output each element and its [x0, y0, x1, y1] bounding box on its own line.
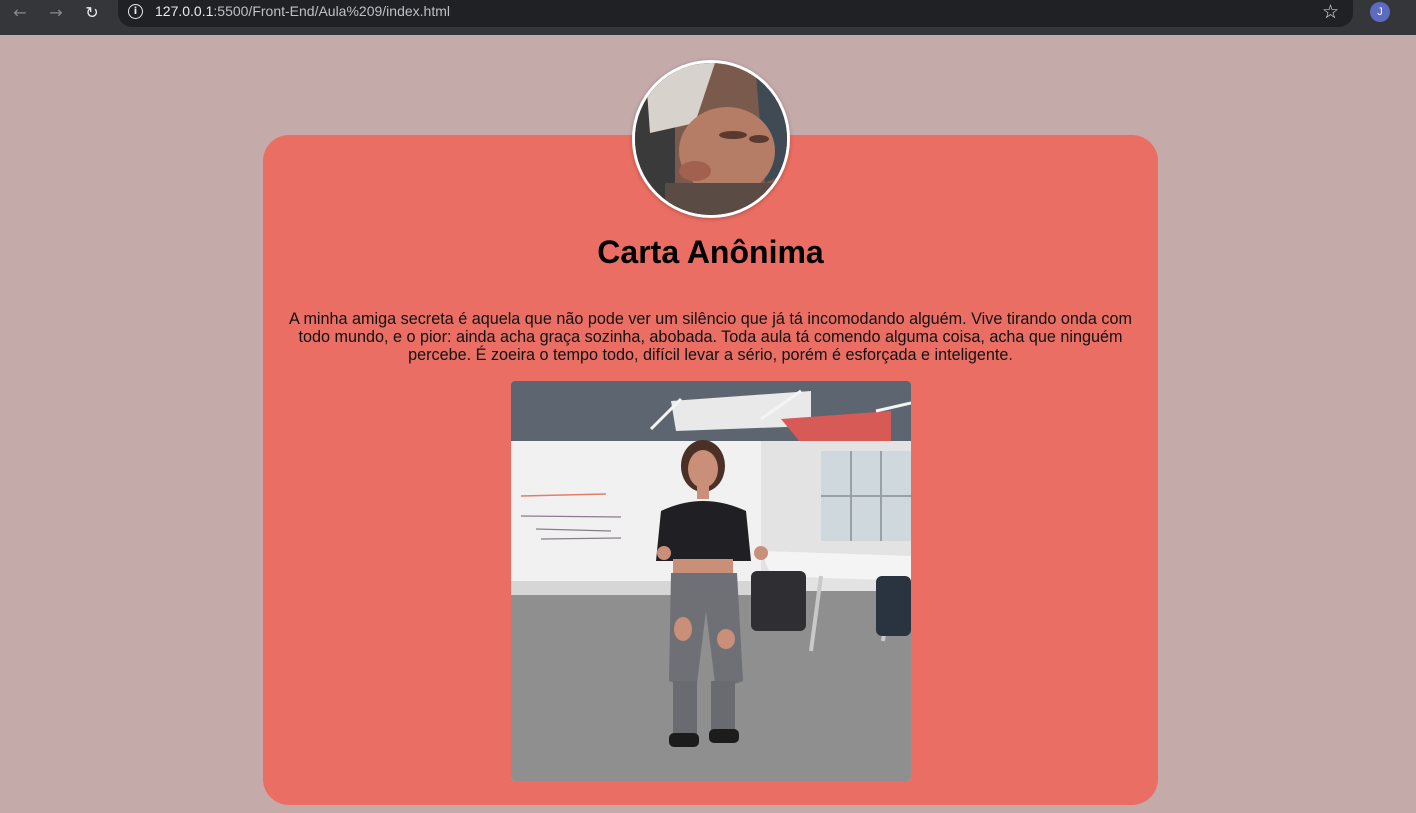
reload-icon[interactable]: ↻	[74, 0, 110, 24]
profile-avatar[interactable]: J	[1370, 2, 1390, 22]
friend-photo	[511, 381, 911, 781]
back-icon[interactable]: ←	[2, 0, 38, 24]
page-title: Carta Anônima	[597, 234, 824, 270]
friend-photo-image	[511, 381, 911, 781]
profile-photo	[632, 60, 790, 218]
browser-toolbar: ← → ↻ i 127.0.0.1:5500/Front-End/Aula%20…	[0, 0, 1416, 35]
letter-text: A minha amiga secreta é aquela que não p…	[289, 310, 1132, 364]
url-host: 127.0.0.1	[155, 3, 214, 19]
url-path: :5500/Front-End/Aula%209/index.html	[213, 3, 450, 19]
site-info-icon[interactable]: i	[128, 4, 143, 19]
address-bar[interactable]: i 127.0.0.1:5500/Front-End/Aula%209/inde…	[118, 0, 1353, 27]
profile-photo-image	[635, 63, 787, 215]
url-text[interactable]: 127.0.0.1:5500/Front-End/Aula%209/index.…	[155, 3, 450, 19]
bookmark-star-icon[interactable]: ☆	[1322, 1, 1339, 23]
forward-icon[interactable]: →	[38, 0, 74, 24]
